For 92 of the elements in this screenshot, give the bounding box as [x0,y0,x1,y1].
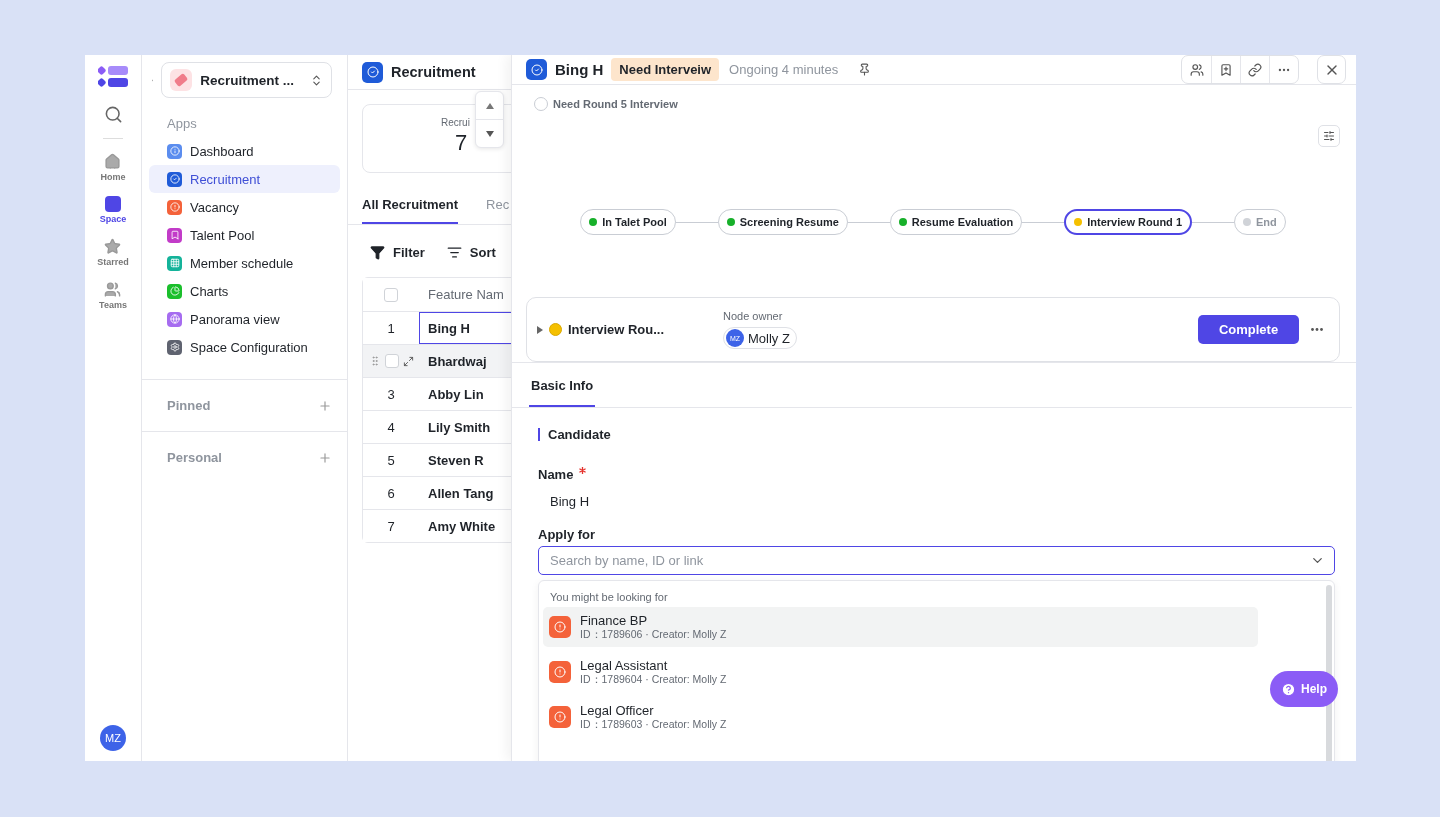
table-cell[interactable]: Steven R [419,444,511,476]
toolbar-button[interactable]: Sort [446,245,496,260]
nav-item[interactable]: Recruitment [149,165,340,193]
nav-item[interactable]: Space Configuration [149,333,340,361]
page-title: Recruitment [391,64,476,80]
people-icon [1189,62,1204,77]
nav-item[interactable]: Vacancy [149,193,340,221]
chevrons-icon [310,73,323,87]
group-title: Personal [167,450,222,465]
alert-icon [549,706,571,728]
user-avatar[interactable]: MZ [100,725,126,751]
stage-node[interactable]: Interview Round 1 [1064,209,1193,235]
stage-node[interactable]: Resume Evaluation [889,209,1023,235]
nav-item[interactable]: Dashboard [149,137,340,165]
link-icon [1248,62,1262,77]
alert-icon [549,661,571,683]
table-cell[interactable]: Lily Smith [419,411,511,443]
table-cell[interactable]: Allen Tang [419,477,511,509]
table-cell[interactable]: Abby Lin [419,378,511,410]
rail-item[interactable]: Home [100,153,126,182]
record-title: Bing H [555,61,604,78]
stage-node[interactable]: In Talet Pool [580,209,676,235]
duration-text: Ongoing 4 minutes [729,62,839,77]
rail-item[interactable]: Teams [99,281,127,310]
row-number: 3 [387,386,395,402]
help-icon [1281,681,1296,697]
app-icon [526,59,547,80]
star-icon [104,238,122,255]
help-button[interactable]: Help [1270,671,1338,707]
more-button[interactable] [1311,328,1323,331]
app-icon [362,61,383,83]
stat-label: Recrui [441,117,471,128]
space-selector[interactable]: Recruitment ... [161,62,332,98]
expand-icon[interactable] [402,355,414,367]
down-triangle-icon[interactable] [485,130,494,137]
complete-button[interactable]: Complete [1198,315,1299,344]
field-label: Apply for [538,527,596,542]
expand-caret-icon[interactable] [537,325,543,334]
stage-node[interactable]: Screening Resume [717,209,848,235]
row-number: 6 [387,485,395,501]
logo-icon [98,65,128,89]
eraser-icon [170,69,193,91]
dropdown-option[interactable]: Legal Assistant ID：1789604 · Creator: Molly Z [543,652,1258,692]
section-title: Apps [167,116,198,131]
checkbox[interactable] [384,354,399,368]
field-label: Name [538,467,574,482]
toolbar-button[interactable]: Filter [370,245,425,260]
node-title: Interview Rou... [568,322,665,337]
stat-value: 7 [455,130,468,156]
row-number: 5 [387,452,395,468]
search-field[interactable]: Search by name, ID or link [538,546,1335,575]
task-label: Need Round 5 Interview [553,98,678,110]
nav-item[interactable]: Member schedule [149,249,340,277]
home-icon [104,153,122,170]
column-header[interactable]: Feature Nam [419,278,511,311]
stepper[interactable] [475,91,504,148]
nav-item[interactable]: Panorama view [149,305,340,333]
status-dot [549,323,562,336]
filter-icon [370,245,385,260]
dropdown-option[interactable]: Legal Officer ID：1789603 · Creator: Molly Z [543,697,1258,737]
pin-icon[interactable] [858,63,872,76]
close-button[interactable] [1317,55,1346,84]
form-tab[interactable]: Basic Info [529,363,596,407]
dropdown-option[interactable]: Finance BP ID：1789606 · Creator: Molly Z [543,607,1258,647]
row-number: 7 [387,518,395,534]
nav-item[interactable]: Charts [149,277,340,305]
status-badge: Need Interveiw [611,58,720,81]
task-checkbox[interactable] [534,97,548,111]
section-heading: Candidate [538,428,1335,441]
checkbox[interactable] [384,287,398,302]
table-cell[interactable]: Amy White [419,510,511,542]
group-title: Pinned [167,398,211,413]
sort-icon [446,245,462,260]
rail-item[interactable]: Space [99,196,127,224]
dropdown-hint: You might be looking for [549,591,669,603]
rail-item[interactable]: Starred [97,238,129,267]
bookmark-icon [1219,62,1233,77]
search-icon[interactable] [103,105,123,124]
sliders-icon [1323,130,1335,142]
required-mark-icon [579,467,587,474]
row-number: 4 [387,419,395,435]
up-triangle-icon[interactable] [485,102,494,109]
people-icon [104,281,122,298]
field-value: Bing H [549,493,591,509]
more-icon [1311,328,1323,331]
nav-item[interactable]: Talent Pool [149,221,340,249]
settings-button[interactable] [1318,125,1340,147]
view-tab[interactable]: All Recruitment [362,197,459,224]
alert-icon [549,616,571,638]
owner-label: Node owner [723,310,784,322]
row-number: 1 [387,320,395,336]
space-icon [105,196,121,212]
